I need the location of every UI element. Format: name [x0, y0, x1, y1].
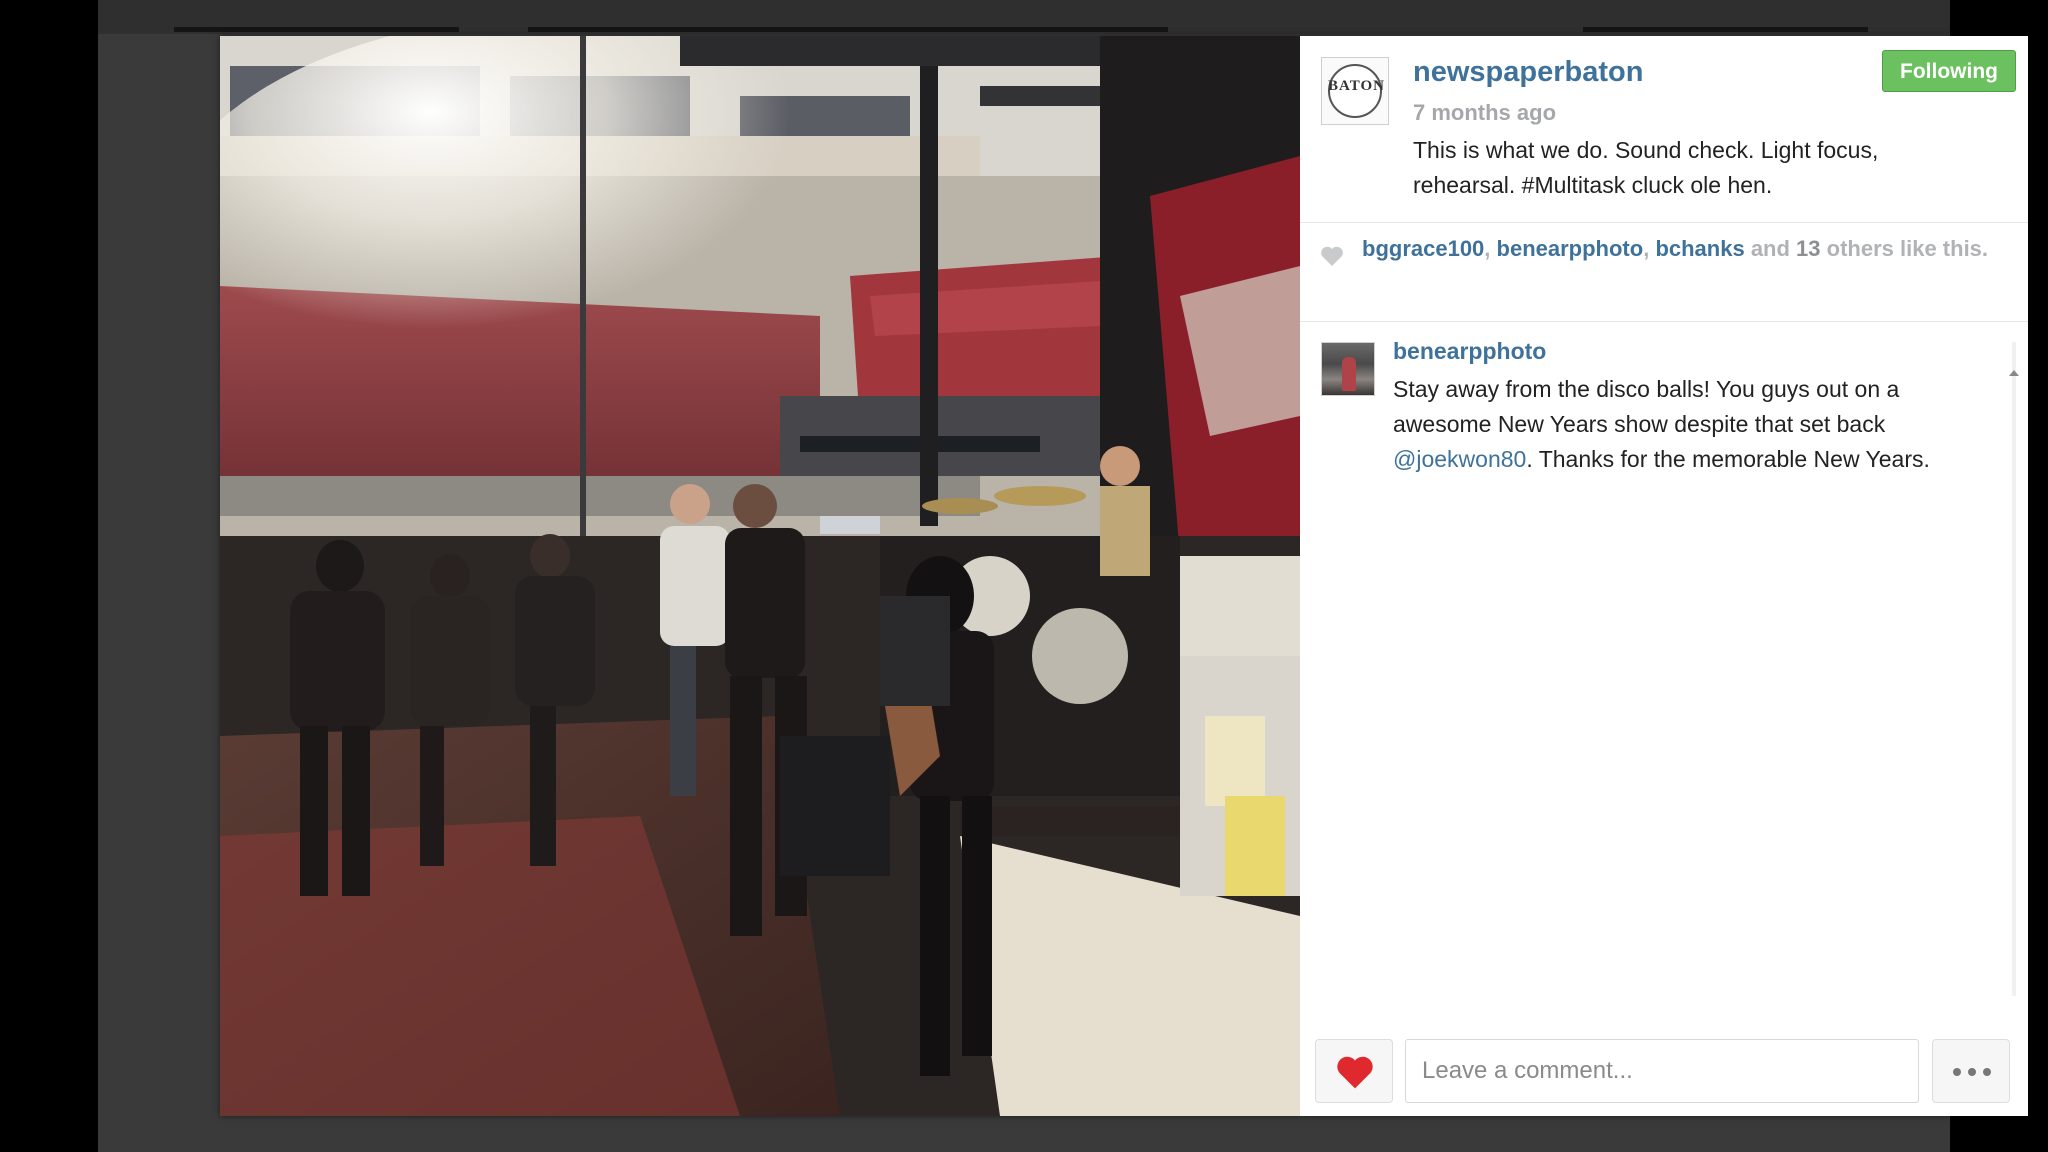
comment-list: benearpphoto Stay away from the disco ba…	[1300, 322, 2028, 1016]
following-button[interactable]: Following	[1882, 50, 2016, 92]
comment-username[interactable]: benearpphoto	[1393, 338, 1546, 365]
more-dots-icon	[1968, 1068, 1976, 1076]
comment-input[interactable]	[1405, 1039, 1919, 1103]
likes-suffix: others like this.	[1820, 236, 1989, 261]
avatar-figure	[1342, 357, 1356, 391]
likes-and: and	[1744, 236, 1797, 261]
post-username[interactable]: newspaperbaton	[1413, 56, 1643, 89]
background-strip	[98, 0, 1950, 34]
liker-link[interactable]: bchanks	[1655, 236, 1744, 261]
liker-link[interactable]: benearpphoto	[1497, 236, 1644, 261]
like-button[interactable]	[1315, 1039, 1393, 1103]
comment-text: Stay away from the disco balls! You guys…	[1393, 372, 1973, 477]
scrollbar-track[interactable]	[2012, 342, 2016, 996]
post-side-panel: BATON newspaperbaton 7 months ago This i…	[1300, 36, 2028, 1116]
user-avatar[interactable]: BATON	[1321, 57, 1389, 125]
comment-composer	[1300, 1036, 2028, 1116]
comment-text-part: Stay away from the disco balls! You guys…	[1393, 376, 1900, 437]
post-timestamp: 7 months ago	[1413, 100, 1557, 125]
likes-text: bggrace100, benearpphoto, bchanks and 13…	[1362, 235, 2002, 263]
scroll-up-arrow-icon[interactable]	[2009, 370, 2019, 376]
post-modal: BATON newspaperbaton 7 months ago This i…	[220, 36, 2028, 1116]
more-options-button[interactable]	[1932, 1039, 2010, 1103]
post-caption: This is what we do. Sound check. Light f…	[1413, 137, 1879, 198]
avatar-logo-text: BATON	[1328, 78, 1385, 94]
post-header: BATON newspaperbaton 7 months ago This i…	[1300, 36, 2028, 223]
lightbox-backdrop: BATON newspaperbaton 7 months ago This i…	[98, 0, 2028, 1152]
more-dots-icon	[1983, 1068, 1991, 1076]
more-dots-icon	[1953, 1068, 1961, 1076]
liker-link[interactable]: bggrace100	[1362, 236, 1484, 261]
comment-text-part: . Thanks for the memorable New Years.	[1526, 446, 1930, 472]
comments-scrollbar[interactable]	[2003, 322, 2025, 1048]
comment-mention-link[interactable]: @joekwon80	[1393, 446, 1526, 472]
heart-icon	[1337, 1056, 1373, 1089]
likes-others-count[interactable]: 13	[1796, 236, 1820, 261]
likes-separator: ,	[1484, 236, 1497, 261]
likes-separator: ,	[1643, 236, 1656, 261]
post-photo	[220, 36, 1300, 1116]
concert-rehearsal-photo	[220, 36, 1300, 1116]
heart-icon	[1321, 246, 1343, 266]
likes-summary: bggrace100, benearpphoto, bchanks and 13…	[1300, 223, 2028, 322]
comment-avatar[interactable]	[1321, 342, 1375, 396]
